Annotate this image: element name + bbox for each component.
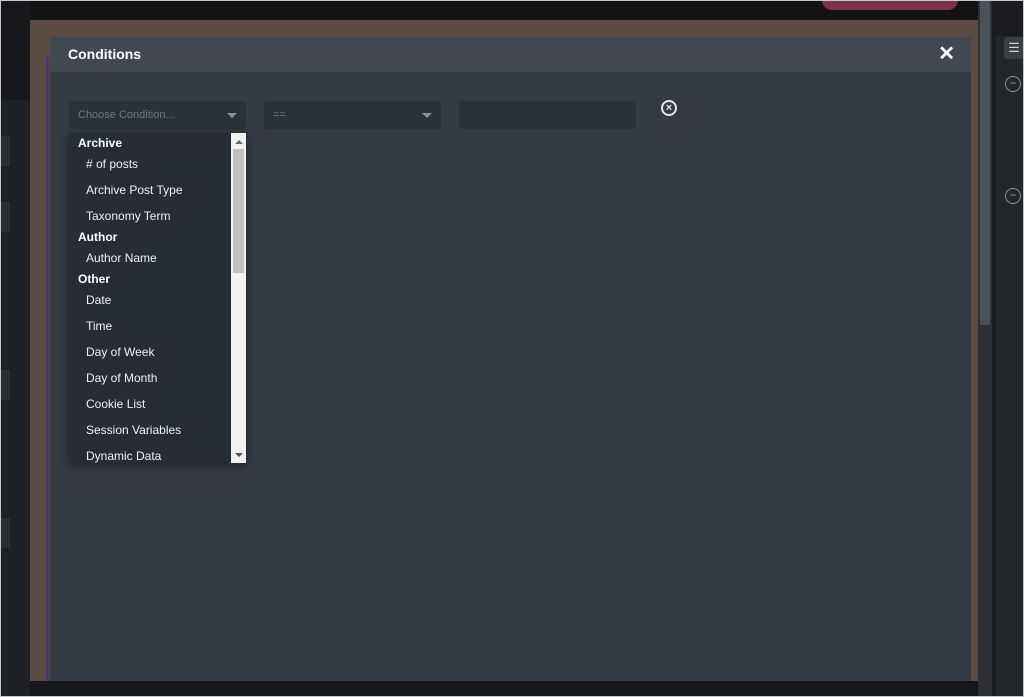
collapse-icon[interactable]: −: [1005, 188, 1021, 204]
canvas-accent-edge: [46, 57, 49, 682]
left-panel-marker: [0, 136, 10, 166]
scroll-up-arrow-icon[interactable]: [235, 140, 243, 144]
dropdown-scrollbar-thumb[interactable]: [233, 149, 244, 273]
option-item[interactable]: # of posts: [69, 151, 230, 177]
collapse-icon[interactable]: −: [1005, 76, 1021, 92]
option-group-label: Other: [78, 272, 111, 286]
condition-select-placeholder: Choose Condition...: [78, 109, 175, 121]
dropdown-scrollbar[interactable]: [231, 133, 246, 463]
list-icon[interactable]: ☰: [1004, 37, 1024, 59]
condition-value-input[interactable]: [459, 101, 636, 129]
option-item[interactable]: Author Name: [69, 245, 230, 271]
option-item[interactable]: Archive Post Type: [69, 177, 230, 203]
condition-dropdown: Archive # of posts Archive Post Type Tax…: [69, 133, 246, 463]
option-item[interactable]: Cookie List: [69, 391, 230, 417]
condition-select[interactable]: Choose Condition...: [69, 101, 246, 129]
bottom-bar: [30, 681, 980, 697]
left-panel-marker: [0, 202, 10, 232]
option-item[interactable]: Session Variables: [69, 417, 230, 443]
modal-header: Conditions ✕: [50, 37, 971, 72]
right-panel-body: [996, 36, 1024, 697]
modal-title: Conditions: [68, 46, 142, 62]
option-item[interactable]: Date: [69, 287, 230, 313]
option-item[interactable]: Taxonomy Term: [69, 203, 230, 229]
scroll-down-arrow-icon[interactable]: [235, 453, 243, 457]
left-panel-marker: [0, 370, 10, 400]
top-action-button[interactable]: [822, 0, 958, 10]
option-item[interactable]: Dynamic Data: [69, 443, 230, 463]
option-item[interactable]: Day of Month: [69, 365, 230, 391]
operator-select-value: ==: [273, 109, 286, 121]
chevron-down-icon: [227, 113, 237, 118]
close-icon[interactable]: ✕: [938, 37, 955, 72]
conditions-modal: Conditions ✕ Choose Condition... == × Ar…: [50, 37, 971, 681]
canvas-scrollbar-thumb[interactable]: [980, 0, 990, 325]
option-item[interactable]: Time: [69, 313, 230, 339]
chevron-down-icon: [422, 113, 432, 118]
option-item[interactable]: Day of Week: [69, 339, 230, 365]
left-panel-marker: [0, 518, 10, 548]
operator-select[interactable]: ==: [264, 101, 441, 129]
option-group-label: Author: [78, 230, 118, 244]
condition-options-list: Archive # of posts Archive Post Type Tax…: [69, 133, 230, 463]
option-group-label: Archive: [78, 136, 123, 150]
remove-circle-icon[interactable]: ×: [661, 100, 677, 116]
